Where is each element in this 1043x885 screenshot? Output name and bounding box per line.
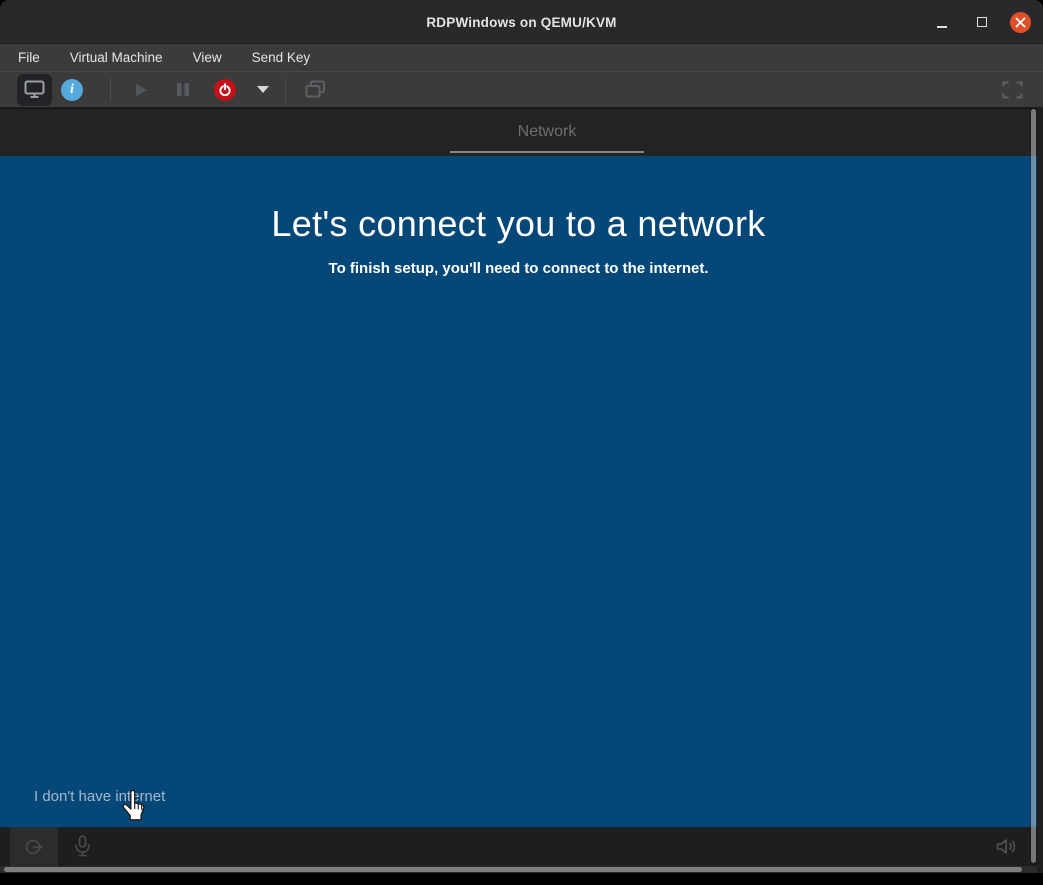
page-subtitle: To finish setup, you'll need to connect … (0, 260, 1037, 277)
desktop: RDPWindows on QEMU/KVM File Virtual Mach… (0, 0, 1043, 885)
menu-virtual-machine[interactable]: Virtual Machine (70, 50, 163, 65)
guest-display[interactable]: Network Let's connect you to a network T… (0, 108, 1037, 873)
toolbar: i (0, 71, 1043, 107)
toolbar-separator (110, 78, 111, 102)
fullscreen-button[interactable] (997, 72, 1027, 108)
graphical-console-icon (24, 80, 45, 99)
no-internet-link[interactable]: I don't have internet (34, 788, 165, 805)
oobe-header: Network (0, 108, 1037, 156)
fullscreen-icon (1002, 81, 1023, 99)
oobe-step-underline (450, 151, 644, 153)
minimize-icon (937, 26, 947, 28)
vm-details-info-icon: i (61, 79, 83, 101)
oobe-step-network: Network (450, 123, 644, 141)
menu-file[interactable]: File (18, 50, 40, 65)
page-title: Let's connect you to a network (0, 156, 1037, 245)
run-button[interactable] (127, 82, 155, 98)
snapshots-button[interactable] (300, 80, 330, 99)
pause-icon (176, 82, 190, 97)
horizontal-scrollbar[interactable] (0, 866, 1037, 873)
graphical-console-button[interactable] (17, 74, 52, 106)
minimize-button[interactable] (930, 10, 954, 34)
toolbar-separator (285, 78, 286, 102)
menu-send-key[interactable]: Send Key (252, 50, 311, 65)
shutdown-menu-caret-icon (257, 86, 269, 93)
ease-of-access-icon (24, 837, 44, 857)
run-icon (134, 82, 149, 98)
oobe-footer (0, 827, 1037, 866)
close-icon (1015, 17, 1026, 28)
vm-details-button[interactable]: i (60, 74, 84, 106)
volume-icon (996, 838, 1017, 855)
oobe-content: Let's connect you to a network To finish… (0, 156, 1037, 827)
window-controls (930, 0, 1031, 44)
shutdown-button[interactable] (211, 79, 239, 101)
vertical-scrollbar[interactable] (1030, 108, 1037, 866)
titlebar[interactable]: RDPWindows on QEMU/KVM (0, 0, 1043, 44)
maximize-button[interactable] (970, 10, 994, 34)
snapshots-icon (305, 80, 326, 99)
vertical-scrollbar-thumb[interactable] (1031, 109, 1036, 863)
microphone-icon (73, 835, 92, 858)
window-title: RDPWindows on QEMU/KVM (0, 0, 1043, 44)
ease-of-access-button[interactable] (10, 827, 58, 866)
maximize-icon (977, 17, 987, 27)
menubar: File Virtual Machine View Send Key (0, 44, 1043, 71)
shutdown-menu-button[interactable] (251, 86, 275, 93)
shutdown-icon (214, 79, 236, 101)
close-button[interactable] (1010, 12, 1031, 33)
microphone-button[interactable] (68, 827, 96, 866)
menu-view[interactable]: View (193, 50, 222, 65)
virt-manager-window: RDPWindows on QEMU/KVM File Virtual Mach… (0, 0, 1043, 873)
horizontal-scrollbar-thumb[interactable] (4, 867, 1022, 872)
pause-button[interactable] (169, 82, 197, 97)
volume-button[interactable] (992, 827, 1020, 866)
